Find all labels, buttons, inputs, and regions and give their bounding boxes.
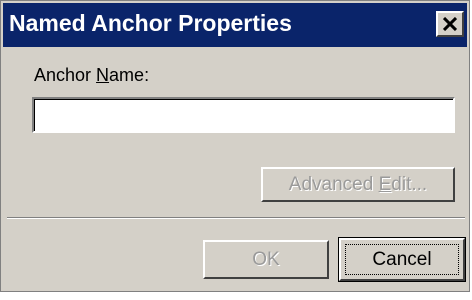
- advanced-edit-label-suffix: dit...: [391, 174, 428, 195]
- close-button[interactable]: [436, 11, 464, 37]
- anchor-name-input[interactable]: [32, 97, 455, 133]
- close-icon: [443, 17, 457, 31]
- focus-rectangle: [345, 244, 459, 275]
- advanced-edit-button[interactable]: Advanced Edit...: [261, 167, 455, 202]
- dialog-title: Named Anchor Properties: [9, 10, 292, 36]
- title-bar: Named Anchor Properties: [3, 3, 467, 47]
- anchor-name-label: Anchor Name:: [34, 65, 149, 86]
- anchor-name-label-accel: N: [96, 65, 110, 85]
- named-anchor-dialog: Named Anchor Properties Anchor Name: Adv…: [0, 0, 470, 292]
- ok-button[interactable]: OK: [203, 240, 329, 279]
- cancel-button[interactable]: Cancel: [338, 237, 466, 282]
- separator-line: [7, 217, 465, 219]
- anchor-name-label-prefix: Anchor: [34, 65, 97, 85]
- advanced-edit-label-accel: E: [378, 174, 392, 195]
- advanced-edit-label-prefix: Advanced: [288, 174, 379, 195]
- anchor-name-label-suffix: ame:: [109, 65, 150, 85]
